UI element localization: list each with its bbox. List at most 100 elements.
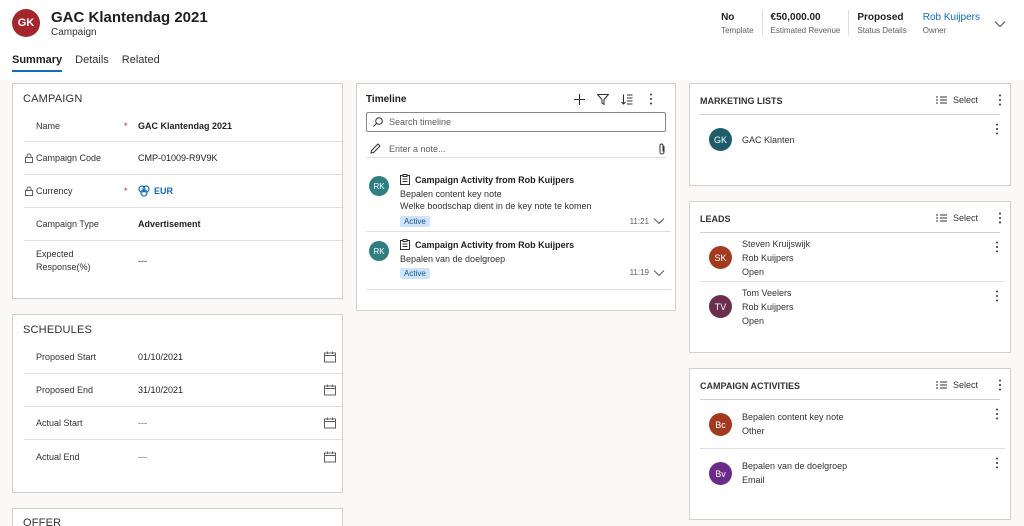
calendar-icon[interactable] [324,384,336,396]
note-input[interactable]: Enter a note... [366,140,666,158]
list-item[interactable]: SK Steven Kruijswijk Rob Kuijpers Open [700,235,1005,282]
field-actual-start: Actual Start --- [24,407,344,440]
more-vertical-icon[interactable] [998,212,1002,224]
field-label: Name [36,120,61,131]
subgrid-title: LEADS [700,214,731,224]
list-item-text: Tom Veelers Rob Kuijpers Open [742,286,794,328]
avatar: Bc [709,413,732,436]
more-vertical-icon[interactable] [995,457,999,469]
more-vertical-icon[interactable] [995,408,999,420]
calendar-icon[interactable] [324,417,336,429]
currency-lookup[interactable]: EUR [138,185,344,197]
actual-start-input[interactable]: --- [138,418,344,428]
filter-button[interactable] [591,90,615,108]
field-label: Proposed End [36,385,94,395]
timeline-title: Timeline [366,94,407,105]
record-title: GAC Klantendag 2021 [51,9,208,26]
list-item[interactable]: Bc Bepalen content key note Other [700,402,1005,449]
tab-details[interactable]: Details [75,54,109,72]
timeline-section: Timeline Search timeline Enter a note...… [356,83,676,311]
chevron-down-icon[interactable] [653,217,665,225]
attachment-icon[interactable] [658,143,666,155]
select-button[interactable]: Select [953,95,978,105]
offer-section: OFFER [12,508,343,526]
avatar: GK [709,128,732,151]
more-vertical-icon[interactable] [995,123,999,135]
note-placeholder: Enter a note... [389,143,446,154]
select-button[interactable]: Select [953,213,978,223]
proposed-start-input[interactable]: 01/10/2021 [138,352,344,362]
expand-header-button[interactable] [988,12,1012,36]
calendar-icon[interactable] [324,451,336,462]
list-item[interactable]: Bv Bepalen van de doelgroep Email [700,451,1005,498]
section-title: CAMPAIGN [23,93,83,105]
timeline-item-title: Campaign Activity from Rob Kuijpers [400,174,574,185]
leads-subgrid: LEADS Select SK Steven Kruijswijk Rob Ku… [689,201,1011,353]
subgrid-title: CAMPAIGN ACTIVITIES [700,381,801,391]
plus-icon [573,93,585,105]
timeline-item[interactable]: RK Campaign Activity from Rob Kuijpers B… [366,235,671,290]
field-label-line: Response(%) [36,262,91,272]
sort-button[interactable] [615,90,639,108]
more-vertical-icon[interactable] [998,94,1002,106]
timeline-item-title-text: Campaign Activity from Rob Kuijpers [415,174,575,185]
name-input[interactable]: GAC Klantendag 2021 [138,121,344,131]
chevron-down-icon[interactable] [653,269,665,277]
lock-icon [25,153,33,163]
pencil-icon [370,143,381,154]
header-field-label: Status Details [857,26,907,35]
timeline-item[interactable]: RK Campaign Activity from Rob Kuijpers B… [366,170,671,232]
search-icon [373,117,383,127]
more-vertical-icon[interactable] [998,379,1002,391]
subgrid-toolbar: Select [935,212,1002,224]
more-vertical-icon[interactable] [995,241,999,253]
campaign-type-select[interactable]: Advertisement [138,219,344,229]
subgrid-toolbar: Select [935,94,1002,106]
header-field-value: No [721,12,735,23]
field-proposed-end: Proposed End 31/10/2021 [24,374,344,407]
timestamp: 11:19 [629,268,649,277]
tab-related[interactable]: Related [122,54,160,72]
field-label-text: Campaign Code [36,153,102,163]
chevron-down-icon [994,21,1006,28]
divider [700,399,1000,400]
select-button[interactable]: Select [953,380,978,390]
field-label: Actual Start [36,418,83,428]
timeline-search-input[interactable]: Search timeline [366,112,666,132]
field-actual-end: Actual End --- [24,440,344,473]
calendar-icon[interactable] [324,351,336,363]
lock-icon [25,186,33,196]
clipboard-icon [400,239,410,250]
tab-summary[interactable]: Summary [12,54,63,72]
timeline-toolbar [567,90,663,108]
expected-response-input[interactable]: --- [138,256,344,266]
search-placeholder: Search timeline [389,117,452,127]
avatar: TV [709,295,732,318]
sort-icon [621,94,633,105]
owner-link[interactable]: Rob Kuijpers [923,10,980,26]
field-label: Expected Response(%) [24,248,124,274]
add-button[interactable] [567,90,591,108]
list-item[interactable]: GK GAC Klanten [700,120,1005,162]
campaign-code-value: CMP-01009-R9V9K [138,153,218,163]
field-label: Campaign Type [36,219,99,229]
timeline-item-description: Welke boodschap dient in de key note te … [400,201,592,211]
lead-status: Open [742,267,765,277]
field-label: Proposed Start [36,352,97,362]
timestamp: 11:21 [629,217,649,226]
avatar: RK [369,176,389,196]
field-campaign-code: Campaign Code CMP-01009-R9V9K [24,142,344,175]
required-indicator: * [124,120,128,131]
more-options-button[interactable] [639,90,663,108]
more-vertical-icon[interactable] [995,290,999,302]
currency-value: EUR [154,186,174,196]
list-item-text: Bepalen content key note Other [742,410,844,438]
list-item-text: Bepalen van de doelgroep Email [742,459,847,487]
proposed-end-input[interactable]: 31/10/2021 [138,385,344,395]
currency-icon [138,185,150,197]
header-field-template: No Template [713,10,761,36]
actual-end-input[interactable]: --- [138,452,344,462]
field-label-text: Currency [36,186,73,196]
list-item[interactable]: TV Tom Veelers Rob Kuijpers Open [700,284,1005,331]
form-tabs: Summary Details Related [12,54,173,72]
